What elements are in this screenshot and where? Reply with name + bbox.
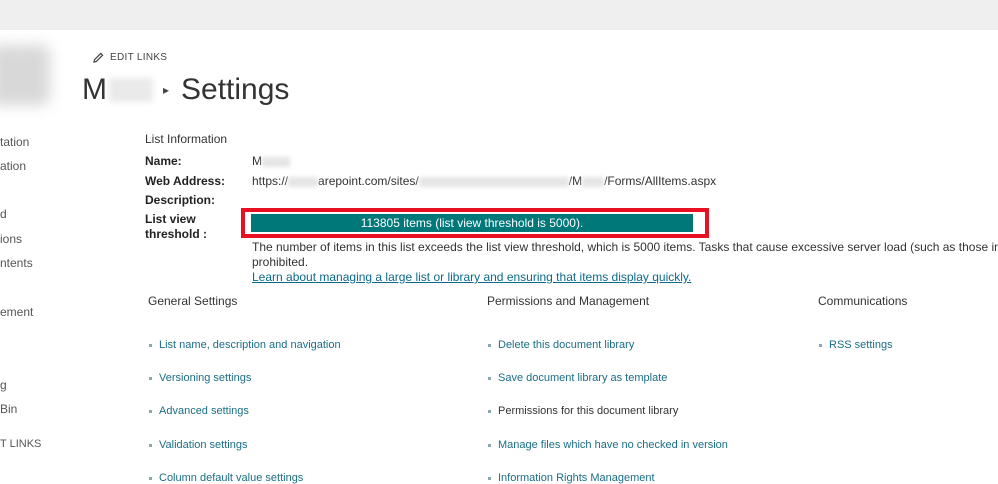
bullet-icon <box>819 343 822 347</box>
threshold-label: threshold : <box>145 227 207 241</box>
communications-heading: Communications <box>818 294 908 308</box>
learn-more-link[interactable]: Learn about managing a large list or lib… <box>252 270 691 284</box>
threshold-highlight: 113805 items (list view threshold is 500… <box>241 208 709 238</box>
settings-link-advanced[interactable]: Advanced settings <box>149 405 249 417</box>
page-title: Settings <box>181 73 290 106</box>
name-value: M <box>252 154 290 168</box>
nav-item[interactable]: tation <box>0 135 29 149</box>
bullet-icon <box>488 476 491 480</box>
bullet-icon <box>149 343 152 347</box>
nav-edit-links[interactable]: T LINKS <box>0 438 41 450</box>
bullet-icon <box>488 343 491 347</box>
bullet-icon <box>149 376 152 380</box>
bullet-icon <box>149 409 152 413</box>
general-settings-heading: General Settings <box>148 294 238 308</box>
nav-item[interactable]: ement <box>0 305 33 319</box>
nav-item[interactable]: ions <box>0 232 22 246</box>
bullet-icon <box>149 443 152 447</box>
web-address-value: https://arepoint.com/sites//M/Forms/AllI… <box>252 174 717 188</box>
settings-link-save-template[interactable]: Save document library as template <box>488 372 667 384</box>
nav-item[interactable]: g <box>0 378 7 392</box>
edit-links-button[interactable]: EDIT LINKS <box>93 52 167 63</box>
settings-link-delete-library[interactable]: Delete this document library <box>488 339 634 351</box>
threshold-warning: The number of items in this list exceeds… <box>252 240 998 254</box>
settings-link-irm[interactable]: Information Rights Management <box>488 472 655 484</box>
pencil-icon <box>93 52 104 63</box>
description-label: Description: <box>145 193 216 207</box>
breadcrumb: M ▸ Settings <box>82 68 289 112</box>
web-address-label: Web Address: <box>145 174 226 188</box>
settings-link-list-name[interactable]: List name, description and navigation <box>149 339 341 351</box>
section-title: List Information <box>145 132 228 146</box>
redacted-text <box>109 78 153 102</box>
settings-link-versioning[interactable]: Versioning settings <box>149 372 251 384</box>
settings-link-validation[interactable]: Validation settings <box>149 439 247 451</box>
nav-item-recycle-bin[interactable]: Bin <box>0 402 17 416</box>
bullet-icon <box>488 409 491 413</box>
threshold-label: List view <box>145 212 196 226</box>
permissions-heading: Permissions and Management <box>487 294 650 308</box>
bullet-icon <box>488 443 491 447</box>
edit-links-label: EDIT LINKS <box>110 52 168 63</box>
breadcrumb-separator-icon: ▸ <box>163 83 170 97</box>
breadcrumb-site[interactable]: M <box>82 73 107 107</box>
suite-bar <box>0 0 998 30</box>
threshold-status-bar: 113805 items (list view threshold is 500… <box>251 214 693 232</box>
bullet-icon <box>488 376 491 380</box>
nav-item[interactable]: ntents <box>0 256 33 270</box>
threshold-warning: prohibited. <box>252 255 309 269</box>
name-label: Name: <box>145 154 182 168</box>
left-navigation: tation ation d ions ntents ement g Bin T… <box>0 0 70 482</box>
settings-link-rss[interactable]: RSS settings <box>819 339 893 351</box>
settings-link-column-default[interactable]: Column default value settings <box>149 472 303 484</box>
settings-link-manage-files[interactable]: Manage files which have no checked in ve… <box>488 439 728 451</box>
settings-link-permissions[interactable]: Permissions for this document library <box>488 405 678 417</box>
bullet-icon <box>149 476 152 480</box>
nav-item[interactable]: ation <box>0 159 26 173</box>
nav-item[interactable]: d <box>0 207 7 221</box>
